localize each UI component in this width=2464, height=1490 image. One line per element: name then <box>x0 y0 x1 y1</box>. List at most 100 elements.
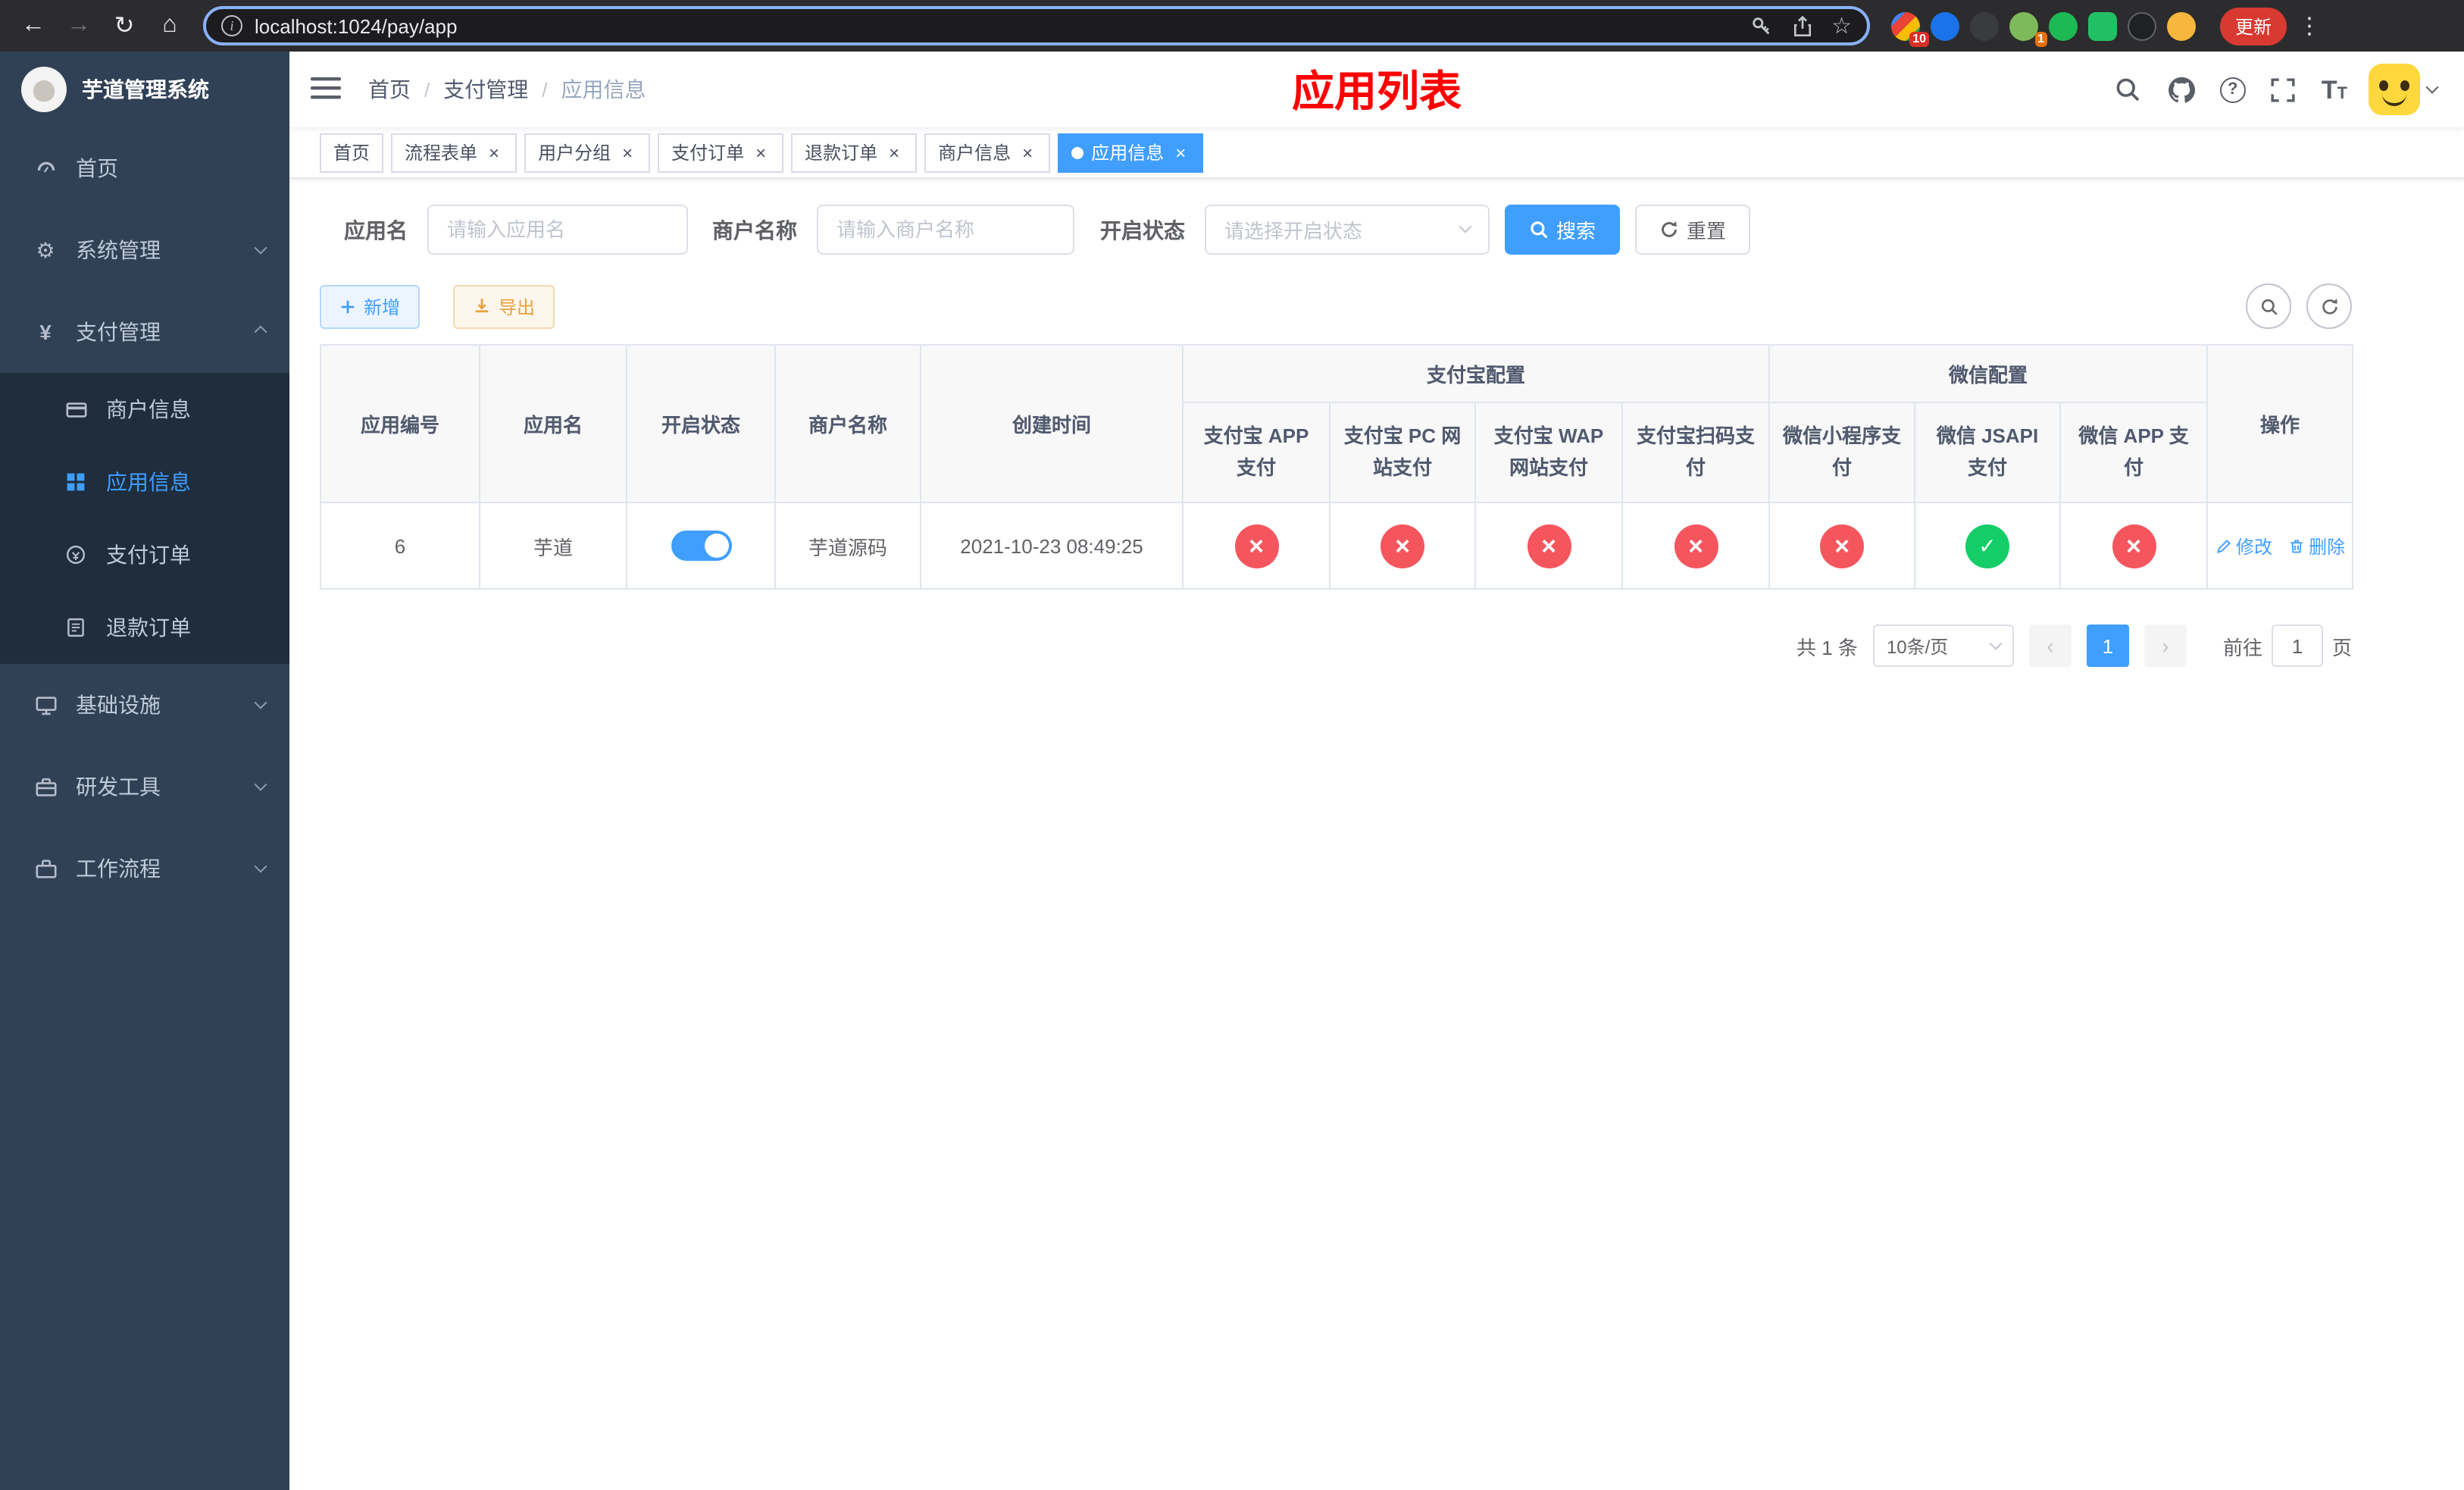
github-icon[interactable] <box>2165 73 2199 106</box>
close-icon[interactable] <box>485 143 503 161</box>
sidebar-item-home[interactable]: 首页 <box>0 127 289 209</box>
sidebar-item-merchant-info[interactable]: 商户信息 <box>0 373 289 446</box>
sidebar: 芋道管理系统 首页 ⚙ 系统管理 ¥ 支付管理 商户信息 应用信息 支付订单 退… <box>0 52 289 1490</box>
fullscreen-icon[interactable] <box>2267 73 2300 106</box>
col-status: 开启状态 <box>626 344 776 503</box>
grid-icon <box>64 471 88 493</box>
page-info-icon[interactable]: i <box>221 15 242 36</box>
back-icon[interactable]: ← <box>12 5 55 47</box>
password-key-icon[interactable] <box>1750 14 1772 37</box>
chevron-down-icon <box>254 696 267 709</box>
profile-extension-icon[interactable]: 1 <box>2009 11 2047 46</box>
status-cross-icon <box>1234 524 1278 568</box>
chevron-up-icon <box>254 325 267 339</box>
browser-update-button[interactable]: 更新 <box>2220 7 2287 45</box>
tab-app-info[interactable]: 应用信息 <box>1058 133 1204 172</box>
app-name-input[interactable] <box>427 205 688 255</box>
chevron-down-icon <box>1459 220 1472 233</box>
sidebar-item-payment[interactable]: ¥ 支付管理 <box>0 291 289 373</box>
url-bar[interactable]: i localhost:1024/pay/app ☆ <box>203 6 1870 45</box>
breadcrumb-payment[interactable]: 支付管理 <box>443 74 528 105</box>
monitor-icon <box>33 693 58 716</box>
tab-merchant-info[interactable]: 商户信息 <box>924 133 1051 172</box>
extension-icon[interactable] <box>2049 11 2078 40</box>
extension-icon[interactable] <box>2167 11 2196 40</box>
chevron-down-icon <box>254 859 267 873</box>
close-icon[interactable] <box>885 143 903 161</box>
col-actions: 操作 <box>2206 344 2354 503</box>
close-icon[interactable] <box>752 143 770 161</box>
tab-payment-orders[interactable]: 支付订单 <box>658 133 784 172</box>
extension-icon[interactable] <box>2088 11 2117 40</box>
sidebar-item-system[interactable]: ⚙ 系统管理 <box>0 209 289 291</box>
col-app-name: 应用名 <box>479 344 627 503</box>
status-select[interactable]: 请选择开启状态 <box>1205 205 1490 255</box>
breadcrumb-separator: / <box>424 78 430 101</box>
tab-refund-orders[interactable]: 退款订单 <box>791 133 918 172</box>
search-icon[interactable] <box>2111 73 2144 106</box>
add-button[interactable]: 新增 <box>320 284 421 328</box>
pagination: 共 1 条 10条/页 ‹ 1 › 前往 页 <box>320 624 2352 667</box>
refresh-button[interactable] <box>2306 283 2352 329</box>
col-alipay-qr: 支付宝扫码支付 <box>1621 402 1771 503</box>
sidebar-item-infrastructure[interactable]: 基础设施 <box>0 664 289 746</box>
extension-badge: 10 <box>1909 31 1929 46</box>
goto-page-input[interactable] <box>2271 624 2323 667</box>
tab-process-form[interactable]: 流程表单 <box>391 133 518 172</box>
app-logo-row[interactable]: 芋道管理系统 <box>0 52 289 127</box>
page-unit-label: 页 <box>2331 636 2352 659</box>
extension-icon[interactable] <box>1970 11 1999 40</box>
toggle-search-button[interactable] <box>2246 283 2291 329</box>
close-icon[interactable] <box>618 143 636 161</box>
payment-submenu: 商户信息 应用信息 支付订单 退款订单 <box>0 373 289 664</box>
page-number-button[interactable]: 1 <box>2086 624 2129 667</box>
reset-button[interactable]: 重置 <box>1635 205 1751 255</box>
extension-icon[interactable] <box>1931 11 1959 40</box>
user-menu[interactable] <box>2369 64 2439 115</box>
extension-icon[interactable]: 10 <box>1891 11 1929 46</box>
search-button[interactable]: 搜索 <box>1505 205 1621 255</box>
page-size-select[interactable]: 10条/页 <box>1872 624 2014 667</box>
url-text[interactable]: localhost:1024/pay/app <box>255 14 1737 37</box>
close-icon[interactable] <box>1018 143 1037 161</box>
cell-status <box>626 502 776 590</box>
home-icon[interactable]: ⌂ <box>149 5 191 47</box>
next-page-button[interactable]: › <box>2143 624 2187 667</box>
help-icon[interactable]: ? <box>2219 77 2246 102</box>
tabs-bar: 首页 流程表单 用户分组 支付订单 退款订单 商户信息 <box>289 127 2464 179</box>
prev-page-button[interactable]: ‹ <box>2028 624 2072 667</box>
merchant-name-input[interactable] <box>817 205 1074 255</box>
extension-icon[interactable] <box>2128 11 2156 40</box>
tab-home[interactable]: 首页 <box>320 133 384 172</box>
tab-user-group[interactable]: 用户分组 <box>524 133 651 172</box>
col-alipay-pc: 支付宝 PC 网站支付 <box>1329 402 1476 503</box>
delete-button[interactable]: 删除 <box>2287 533 2345 559</box>
col-alipay-wap: 支付宝 WAP 网站支付 <box>1474 402 1623 503</box>
avatar[interactable] <box>2369 64 2420 115</box>
sidebar-item-app-info[interactable]: 应用信息 <box>0 446 289 518</box>
forward-icon[interactable]: → <box>58 5 100 47</box>
font-size-icon[interactable]: TT <box>2322 77 2347 102</box>
hamburger-icon[interactable] <box>311 75 344 104</box>
sidebar-item-dev-tools[interactable]: 研发工具 <box>0 746 289 828</box>
screen: ← → ↻ ⌂ i localhost:1024/pay/app ☆ 10 1 <box>0 0 2464 1490</box>
bookmark-star-icon[interactable]: ☆ <box>1831 14 1852 37</box>
table-row: 6 芋道 芋道源码 2021-10-23 08:49:25 × × × × × … <box>320 502 2354 590</box>
reload-icon[interactable]: ↻ <box>103 5 145 47</box>
breadcrumb-home[interactable]: 首页 <box>368 74 411 105</box>
close-icon[interactable] <box>1171 143 1190 161</box>
export-button[interactable]: 导出 <box>453 284 555 328</box>
share-icon[interactable] <box>1790 14 1813 37</box>
order-icon <box>64 544 88 565</box>
sidebar-item-workflow[interactable]: 工作流程 <box>0 828 289 909</box>
sidebar-item-payment-orders[interactable]: 支付订单 <box>0 518 289 591</box>
browser-toolbar: ← → ↻ ⌂ i localhost:1024/pay/app ☆ 10 1 <box>0 0 2464 52</box>
col-create-time: 创建时间 <box>920 344 1184 503</box>
extension-badge: 1 <box>2034 31 2047 46</box>
browser-menu-icon[interactable]: ⋮ <box>2296 12 2323 39</box>
sidebar-item-refund-orders[interactable]: 退款订单 <box>0 591 289 664</box>
status-toggle[interactable] <box>671 531 731 561</box>
cell-merchant: 芋道源码 <box>774 502 921 590</box>
status-cross-icon <box>1381 524 1424 568</box>
edit-button[interactable]: 修改 <box>2215 533 2272 559</box>
